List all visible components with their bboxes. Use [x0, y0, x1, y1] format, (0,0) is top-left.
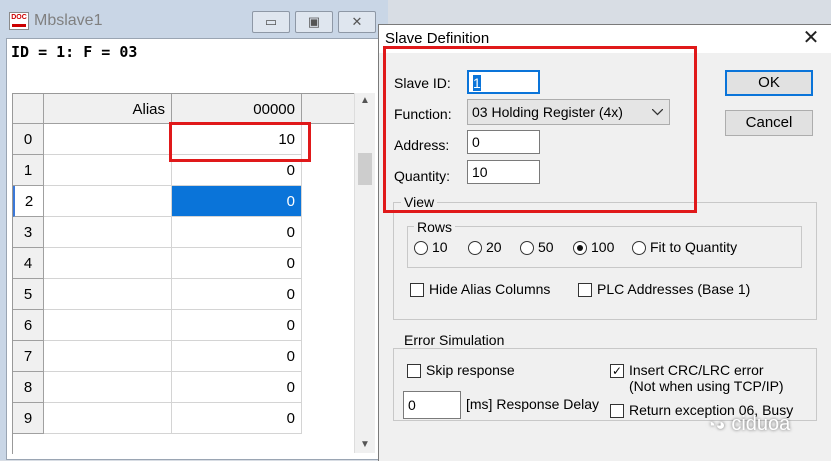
row-header[interactable]: 1 — [13, 155, 44, 186]
row-header[interactable]: 6 — [13, 310, 44, 341]
radio-rows-fit-label: Fit to Quantity — [650, 239, 738, 255]
hide-alias-label: Hide Alias Columns — [429, 281, 551, 297]
radio-rows-50-label: 50 — [538, 239, 554, 255]
row-header[interactable]: 2 — [13, 186, 44, 217]
radio-rows-50[interactable] — [520, 241, 534, 255]
alias-cell[interactable] — [44, 124, 172, 155]
restore-icon: ▣ — [307, 14, 321, 29]
checkmark-icon: ✓ — [611, 364, 623, 378]
vertical-scrollbar[interactable]: ▲ ▼ — [354, 93, 375, 453]
radio-rows-10[interactable] — [414, 241, 428, 255]
alias-cell[interactable] — [44, 341, 172, 372]
insert-crc-checkbox[interactable]: ✓ — [610, 364, 624, 378]
value-cell[interactable]: 0 — [172, 310, 302, 341]
row-header[interactable]: 8 — [13, 372, 44, 403]
hide-alias-checkbox[interactable] — [410, 283, 424, 297]
radio-rows-20[interactable] — [468, 241, 482, 255]
radio-rows-fit[interactable] — [632, 241, 646, 255]
row-header[interactable]: 9 — [13, 403, 44, 434]
alias-cell[interactable] — [44, 217, 172, 248]
highlight-box-fields — [383, 46, 697, 213]
app-icon: DOC — [9, 12, 29, 30]
row-header[interactable]: 0 — [13, 124, 44, 155]
alias-cell[interactable] — [44, 186, 172, 217]
mbslave-titlebar[interactable]: DOC Mbslave1 ▭ ▣ ✕ — [6, 8, 384, 34]
column-header-address[interactable]: 00000 — [172, 94, 302, 124]
alias-cell[interactable] — [44, 372, 172, 403]
wechat-icon: ◔◕ — [706, 417, 726, 434]
radio-rows-20-label: 20 — [486, 239, 502, 255]
row-header[interactable]: 4 — [13, 248, 44, 279]
value-cell[interactable]: 0 — [172, 341, 302, 372]
dialog-close-icon[interactable]: ✕ — [797, 27, 825, 49]
value-cell[interactable]: 0 — [172, 403, 302, 434]
ok-button[interactable]: OK — [725, 70, 813, 96]
alias-cell[interactable] — [44, 403, 172, 434]
value-cell[interactable]: 0 — [172, 372, 302, 403]
scroll-down-icon[interactable]: ▼ — [355, 437, 375, 453]
status-line: ID = 1: F = 03 — [11, 43, 138, 61]
maximize-button[interactable]: ▣ — [295, 11, 333, 33]
skip-response-label: Skip response — [426, 362, 515, 378]
highlight-box-value — [169, 122, 311, 162]
response-delay-label: [ms] Response Delay — [466, 396, 600, 412]
dialog-title: Slave Definition — [385, 30, 490, 47]
rows-group-label: Rows — [414, 219, 456, 235]
alias-cell[interactable] — [44, 310, 172, 341]
alias-cell[interactable] — [44, 155, 172, 186]
value-cell[interactable]: 0 — [172, 279, 302, 310]
close-button[interactable]: ✕ — [338, 11, 376, 33]
alias-cell[interactable] — [44, 279, 172, 310]
skip-response-checkbox[interactable] — [407, 364, 421, 378]
window-title: Mbslave1 — [34, 12, 103, 29]
response-delay-input[interactable]: 0 — [403, 391, 461, 419]
minimize-button[interactable]: ▭ — [252, 11, 290, 33]
insert-crc-note: (Not when using TCP/IP) — [629, 378, 784, 394]
row-header[interactable]: 7 — [13, 341, 44, 372]
watermark: ◔◕ ciduoa — [706, 413, 790, 436]
watermark-text: ciduoa — [731, 413, 791, 435]
close-icon: ✕ — [351, 14, 363, 29]
row-header[interactable]: 3 — [13, 217, 44, 248]
mbslave-client-area: ID = 1: F = 03 Alias 00000 0 10 1 0 2 0 3 0 4 0 5 0… — [6, 38, 381, 460]
alias-cell[interactable] — [44, 248, 172, 279]
value-cell[interactable]: 0 — [172, 248, 302, 279]
cancel-button[interactable]: Cancel — [725, 110, 813, 136]
column-header-alias[interactable]: Alias — [44, 94, 172, 124]
radio-rows-10-label: 10 — [432, 239, 448, 255]
scroll-thumb[interactable] — [358, 153, 372, 185]
grid-header-filler — [302, 94, 355, 124]
value-cell[interactable]: 0 — [172, 217, 302, 248]
plc-addresses-checkbox[interactable] — [578, 283, 592, 297]
minimize-icon: ▭ — [264, 14, 278, 29]
grid-corner — [13, 94, 44, 124]
return-exception-checkbox[interactable] — [610, 404, 624, 418]
row-header[interactable]: 5 — [13, 279, 44, 310]
radio-rows-100[interactable] — [573, 241, 587, 255]
plc-addresses-label: PLC Addresses (Base 1) — [597, 281, 751, 297]
insert-crc-label: Insert CRC/LRC error — [629, 362, 764, 378]
radio-rows-100-label: 100 — [591, 239, 615, 255]
scroll-up-icon[interactable]: ▲ — [355, 93, 375, 109]
mbslave-window: DOC Mbslave1 ▭ ▣ ✕ ID = 1: F = 03 Alias … — [0, 0, 388, 460]
value-cell[interactable]: 0 — [172, 186, 302, 217]
error-simulation-label: Error Simulation — [401, 332, 508, 348]
